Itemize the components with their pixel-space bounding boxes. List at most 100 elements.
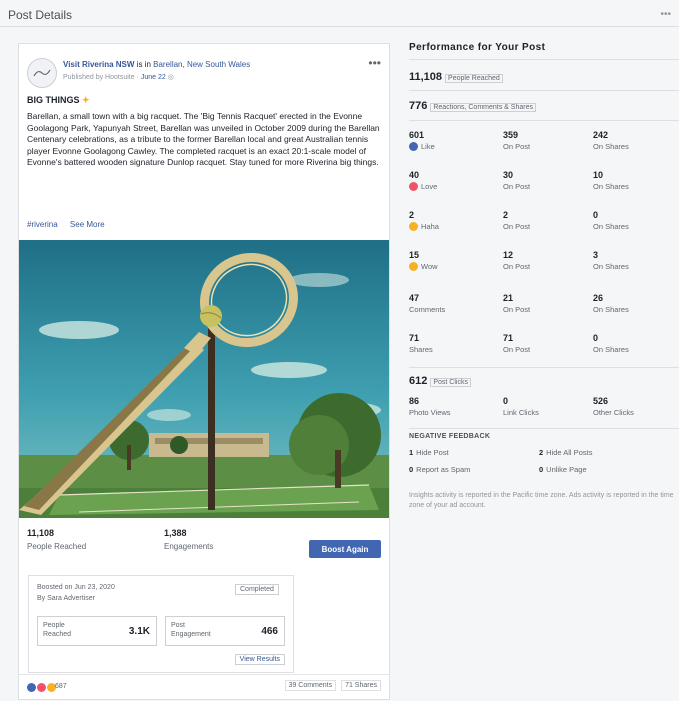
post-tags: #riverina See More — [27, 220, 115, 229]
hashtag-link[interactable]: #riverina — [27, 220, 58, 229]
post-photo[interactable] — [19, 240, 389, 518]
post-card: Visit Riverina NSW is in Barellan, New S… — [18, 43, 390, 700]
haha-icon — [409, 222, 418, 231]
boost-people-reached: People Reached 3.1K — [37, 616, 157, 646]
boost-post-engagement: Post Engagement 466 — [165, 616, 285, 646]
like-icon — [409, 142, 418, 151]
location-link[interactable]: Barellan, New South Wales — [153, 60, 250, 69]
other-clicks-value: 526 — [593, 396, 609, 406]
row-on-shares: 26 — [593, 293, 604, 303]
row-on-shares: 242 — [593, 130, 609, 140]
view-results-button[interactable]: View Results — [234, 654, 285, 665]
reached-summary: 11,108 People Reached — [409, 71, 503, 83]
performance-panel: Performance for Your Post 11,108 People R… — [401, 33, 679, 523]
is-in-text: is in — [136, 60, 151, 69]
report-spam-stat: 0 Report as Spam — [409, 465, 471, 474]
engagement-label: Reactions, Comments & Shares — [430, 103, 536, 112]
love-icon — [409, 182, 418, 191]
engagements-value: 1,388 — [164, 528, 187, 538]
row-on-shares: 0 — [593, 210, 599, 220]
divider — [409, 428, 679, 429]
row-on-post-label: On Post — [503, 142, 531, 151]
row-total: 2 — [409, 210, 415, 220]
love-icon — [37, 683, 46, 692]
row-on-shares-label: On Shares — [593, 345, 629, 354]
link-clicks-value: 0 — [503, 396, 509, 406]
divider — [409, 90, 679, 91]
row-total: 71 — [409, 333, 420, 343]
footer-counts: 39 Comments 71 Shares — [282, 680, 381, 691]
like-icon — [27, 683, 36, 692]
reaction-row-love: 40 Love 30 On Post 10 On Shares — [401, 170, 679, 206]
page-avatar[interactable] — [27, 58, 57, 88]
row-total: 40 — [409, 170, 420, 180]
post-menu-icon[interactable]: ••• — [368, 56, 381, 70]
row-on-post-label: On Post — [503, 182, 531, 191]
post-body: Barellan, a small town with a big racque… — [27, 111, 380, 167]
row-label: Haha — [421, 222, 439, 231]
row-on-post: 21 — [503, 293, 514, 303]
row-on-post: 12 — [503, 250, 514, 260]
reaction-row-comments: 47 Comments 21 On Post 26 On Shares — [401, 293, 679, 329]
row-on-post-label: On Post — [503, 345, 531, 354]
reaction-row-like: 601 Like 359 On Post 242 On Shares — [401, 130, 679, 166]
reactions-count[interactable]: 687 — [55, 683, 67, 690]
see-more-link[interactable]: See More — [70, 220, 105, 229]
post-author-line: Visit Riverina NSW is in Barellan, New S… — [63, 60, 250, 69]
row-on-shares-label: On Shares — [593, 262, 629, 271]
reaction-row-haha: 2 Haha 2 On Post 0 On Shares — [401, 210, 679, 246]
row-on-post-label: On Post — [503, 305, 531, 314]
header-divider — [0, 26, 679, 27]
row-on-shares-label: On Shares — [593, 222, 629, 231]
people-reached-label: People Reached — [27, 542, 87, 551]
comments-count[interactable]: 39 Comments — [284, 680, 337, 691]
post-title: BIG THINGS ✦ — [27, 95, 90, 105]
boost-post-engagement-label: Post Engagement — [171, 622, 211, 638]
reaction-row-wow: 15 Wow 12 On Post 3 On Shares — [401, 250, 679, 286]
row-label: Like — [421, 142, 435, 151]
photo-views-label: Photo Views — [409, 408, 451, 417]
reached-value: 11,108 — [409, 71, 443, 83]
row-on-post: 71 — [503, 333, 514, 343]
reaction-icons[interactable] — [27, 683, 56, 692]
boost-post-engagement-value: 466 — [261, 626, 278, 637]
engagements-label: Engagements — [164, 542, 214, 551]
divider — [409, 59, 679, 60]
boost-people-reached-value: 3.1K — [128, 626, 150, 637]
divider — [409, 120, 679, 121]
row-total: 15 — [409, 250, 420, 260]
link-clicks-label: Link Clicks — [503, 408, 539, 417]
performance-title: Performance for Your Post — [409, 42, 546, 53]
post-meta: Published by Hootsuite · June 22 ◎ — [63, 74, 174, 81]
post-clicks-summary: 612 Post Clicks — [409, 375, 471, 387]
engagement-value: 776 — [409, 100, 428, 112]
row-on-shares-label: On Shares — [593, 305, 629, 314]
row-total: 601 — [409, 130, 425, 140]
sparkle-icon: ✦ — [82, 95, 90, 105]
shares-count[interactable]: 71 Shares — [341, 680, 381, 691]
boost-summary-box: Boosted on Jun 23, 2020 By Sara Advertis… — [28, 575, 294, 673]
boosted-on-date: Boosted on Jun 23, 2020 — [37, 584, 115, 591]
people-reached-value: 11,108 — [27, 528, 55, 538]
row-on-post: 30 — [503, 170, 514, 180]
other-clicks-label: Other Clicks — [593, 408, 634, 417]
row-on-shares: 0 — [593, 333, 599, 343]
boost-again-button[interactable]: Boost Again — [309, 540, 381, 558]
row-on-shares-label: On Shares — [593, 182, 629, 191]
hide-post-stat: 1 Hide Post — [409, 448, 449, 457]
row-on-shares: 10 — [593, 170, 604, 180]
post-date[interactable]: June 22 — [141, 74, 166, 81]
more-options-icon[interactable]: ••• — [660, 9, 671, 20]
row-on-post-label: On Post — [503, 222, 531, 231]
unlike-page-stat: 0 Unlike Page — [539, 465, 587, 474]
reaction-row-shares: 71 Shares 71 On Post 0 On Shares — [401, 333, 679, 369]
post-clicks-label: Post Clicks — [430, 378, 471, 387]
boosted-by: By Sara Advertiser — [37, 595, 95, 602]
author-link[interactable]: Visit Riverina NSW — [63, 60, 134, 69]
wow-icon — [409, 262, 418, 271]
page-title: Post Details — [8, 8, 73, 22]
published-by: Published by Hootsuite — [63, 74, 135, 81]
page-logo-icon — [33, 69, 51, 77]
globe-icon: ◎ — [167, 74, 174, 81]
divider — [409, 367, 679, 368]
